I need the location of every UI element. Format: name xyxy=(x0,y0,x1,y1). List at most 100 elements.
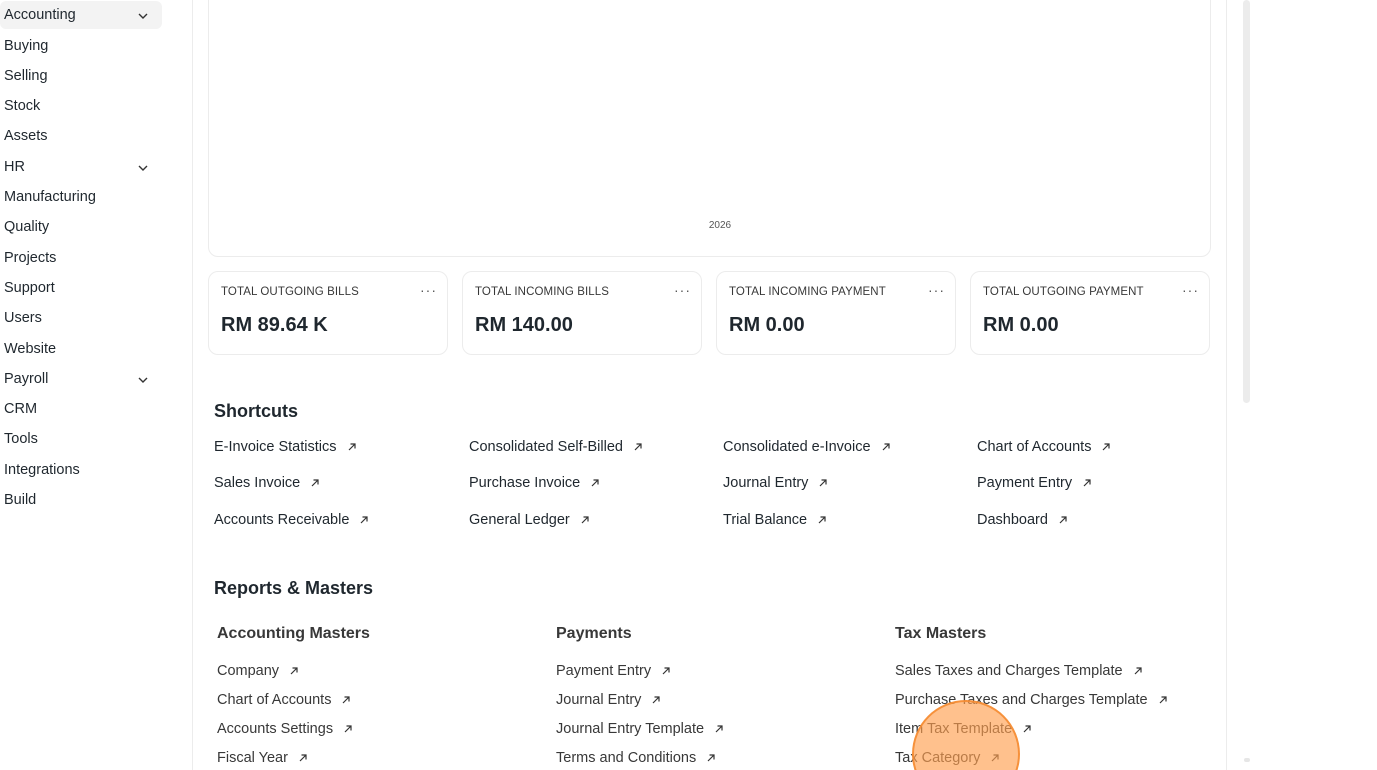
chart-x-tick-label: 2026 xyxy=(708,220,732,231)
link-label: Payment Entry xyxy=(556,663,652,679)
link-label: Terms and Conditions xyxy=(556,750,697,766)
stat-value: RM 0.00 xyxy=(983,314,1059,336)
sidebar-item-hr[interactable]: HR xyxy=(0,153,162,181)
arrow-up-right-icon xyxy=(590,478,600,488)
more-horizontal-icon[interactable]: ··· xyxy=(420,282,437,298)
link-terms-and-conditions[interactable]: Terms and Conditions xyxy=(556,750,716,766)
arrow-up-right-icon xyxy=(347,442,357,452)
shortcut-label: Purchase Invoice xyxy=(469,475,581,491)
stat-card-total-incoming-bills[interactable]: TOTAL INCOMING BILLS RM 140.00 ··· xyxy=(462,271,702,355)
shortcut-purchase-invoice[interactable]: Purchase Invoice xyxy=(469,475,600,491)
sidebar-item-accounting[interactable]: Accounting xyxy=(0,1,162,29)
sidebar-item-label: Quality xyxy=(4,219,50,235)
sidebar-item-label: Payroll xyxy=(4,371,49,387)
link-journal-entry-template[interactable]: Journal Entry Template xyxy=(556,721,724,737)
link-label: Sales Taxes and Charges Template xyxy=(895,663,1123,679)
arrow-up-right-icon xyxy=(298,753,308,763)
more-horizontal-icon[interactable]: ··· xyxy=(1182,282,1199,298)
link-purchase-taxes-and-charges-template[interactable]: Purchase Taxes and Charges Template xyxy=(895,692,1168,708)
sidebar-item-build[interactable]: Build xyxy=(0,486,162,514)
stat-card-total-outgoing-bills[interactable]: TOTAL OUTGOING BILLS RM 89.64 K ··· xyxy=(208,271,448,355)
shortcut-chart-of-accounts[interactable]: Chart of Accounts xyxy=(977,439,1111,455)
arrow-up-right-icon xyxy=(1082,478,1092,488)
sidebar-item-stock[interactable]: Stock xyxy=(0,92,162,120)
link-fiscal-year[interactable]: Fiscal Year xyxy=(217,750,308,766)
shortcut-consolidated-self-billed[interactable]: Consolidated Self-Billed xyxy=(469,439,643,455)
shortcut-consolidated-e-invoice[interactable]: Consolidated e-Invoice xyxy=(723,439,891,455)
shortcut-label: Accounts Receivable xyxy=(214,512,350,528)
stat-label: TOTAL OUTGOING PAYMENT xyxy=(983,286,1144,298)
sidebar-item-users[interactable]: Users xyxy=(0,304,162,332)
sidebar-item-payroll[interactable]: Payroll xyxy=(0,365,162,393)
shortcut-accounts-receivable[interactable]: Accounts Receivable xyxy=(214,512,369,528)
shortcut-label: E-Invoice Statistics xyxy=(214,439,337,455)
shortcut-label: Chart of Accounts xyxy=(977,439,1092,455)
arrow-up-right-icon xyxy=(990,753,1000,763)
link-label: Journal Entry xyxy=(556,692,642,708)
arrow-up-right-icon xyxy=(881,442,891,452)
arrow-up-right-icon xyxy=(818,478,828,488)
sidebar-item-label: Support xyxy=(4,280,55,296)
sidebar-item-assets[interactable]: Assets xyxy=(0,122,162,150)
sidebar-item-website[interactable]: Website xyxy=(0,335,162,363)
stat-value: RM 89.64 K xyxy=(221,314,328,336)
shortcut-trial-balance[interactable]: Trial Balance xyxy=(723,512,827,528)
shortcut-sales-invoice[interactable]: Sales Invoice xyxy=(214,475,320,491)
shortcut-label: Consolidated Self-Billed xyxy=(469,439,623,455)
link-item-tax-template[interactable]: Item Tax Template xyxy=(895,721,1032,737)
group-title-payments: Payments xyxy=(556,625,632,642)
more-horizontal-icon[interactable]: ··· xyxy=(674,282,691,298)
shortcut-label: Sales Invoice xyxy=(214,475,301,491)
arrow-up-right-icon xyxy=(1133,666,1143,676)
sidebar-item-support[interactable]: Support xyxy=(0,274,162,302)
sidebar: Accounting Buying Selling Stock Assets H… xyxy=(0,0,192,770)
arrow-up-right-icon xyxy=(343,724,353,734)
link-journal-entry[interactable]: Journal Entry xyxy=(556,692,661,708)
chevron-down-icon[interactable] xyxy=(136,373,150,387)
shortcut-payment-entry[interactable]: Payment Entry xyxy=(977,475,1092,491)
stat-card-total-outgoing-payment[interactable]: TOTAL OUTGOING PAYMENT RM 0.00 ··· xyxy=(970,271,1210,355)
sidebar-item-buying[interactable]: Buying xyxy=(0,32,162,60)
sidebar-item-manufacturing[interactable]: Manufacturing xyxy=(0,183,162,211)
link-chart-of-accounts[interactable]: Chart of Accounts xyxy=(217,692,351,708)
sidebar-item-label: Assets xyxy=(4,128,48,144)
stat-label: TOTAL INCOMING PAYMENT xyxy=(729,286,886,298)
sidebar-item-tools[interactable]: Tools xyxy=(0,425,162,453)
shortcut-e-invoice-statistics[interactable]: E-Invoice Statistics xyxy=(214,439,357,455)
more-horizontal-icon[interactable]: ··· xyxy=(928,282,945,298)
scrollbar[interactable] xyxy=(1243,0,1250,403)
chevron-down-icon[interactable] xyxy=(136,161,150,175)
chevron-down-icon[interactable] xyxy=(136,9,150,23)
sidebar-item-projects[interactable]: Projects xyxy=(0,244,162,272)
shortcut-label: Journal Entry xyxy=(723,475,809,491)
link-company[interactable]: Company xyxy=(217,663,299,679)
stat-value: RM 0.00 xyxy=(729,314,805,336)
stat-card-total-incoming-payment[interactable]: TOTAL INCOMING PAYMENT RM 0.00 ··· xyxy=(716,271,956,355)
sidebar-item-label: Stock xyxy=(4,98,41,114)
link-label: Chart of Accounts xyxy=(217,692,332,708)
shortcut-journal-entry[interactable]: Journal Entry xyxy=(723,475,828,491)
group-title-accounting-masters: Accounting Masters xyxy=(217,625,370,642)
sidebar-item-integrations[interactable]: Integrations xyxy=(0,456,162,484)
stat-label: TOTAL INCOMING BILLS xyxy=(475,286,610,298)
link-sales-taxes-and-charges-template[interactable]: Sales Taxes and Charges Template xyxy=(895,663,1143,679)
link-payment-entry[interactable]: Payment Entry xyxy=(556,663,671,679)
sidebar-item-selling[interactable]: Selling xyxy=(0,62,162,90)
link-label: Item Tax Template xyxy=(895,721,1013,737)
sidebar-item-quality[interactable]: Quality xyxy=(0,213,162,241)
arrow-up-right-icon xyxy=(1158,695,1168,705)
arrow-up-right-icon xyxy=(1022,724,1032,734)
arrow-up-right-icon xyxy=(310,478,320,488)
arrow-up-right-icon xyxy=(359,515,369,525)
shortcut-general-ledger[interactable]: General Ledger xyxy=(469,512,590,528)
sidebar-item-crm[interactable]: CRM xyxy=(0,395,162,423)
sidebar-item-label: HR xyxy=(4,159,25,175)
shortcut-label: General Ledger xyxy=(469,512,570,528)
link-accounts-settings[interactable]: Accounts Settings xyxy=(217,721,353,737)
shortcut-dashboard[interactable]: Dashboard xyxy=(977,512,1068,528)
link-tax-category[interactable]: Tax Category xyxy=(895,750,1000,766)
arrow-up-right-icon xyxy=(580,515,590,525)
link-label: Fiscal Year xyxy=(217,750,288,766)
arrow-up-right-icon xyxy=(706,753,716,763)
sidebar-item-label: Website xyxy=(4,341,57,357)
